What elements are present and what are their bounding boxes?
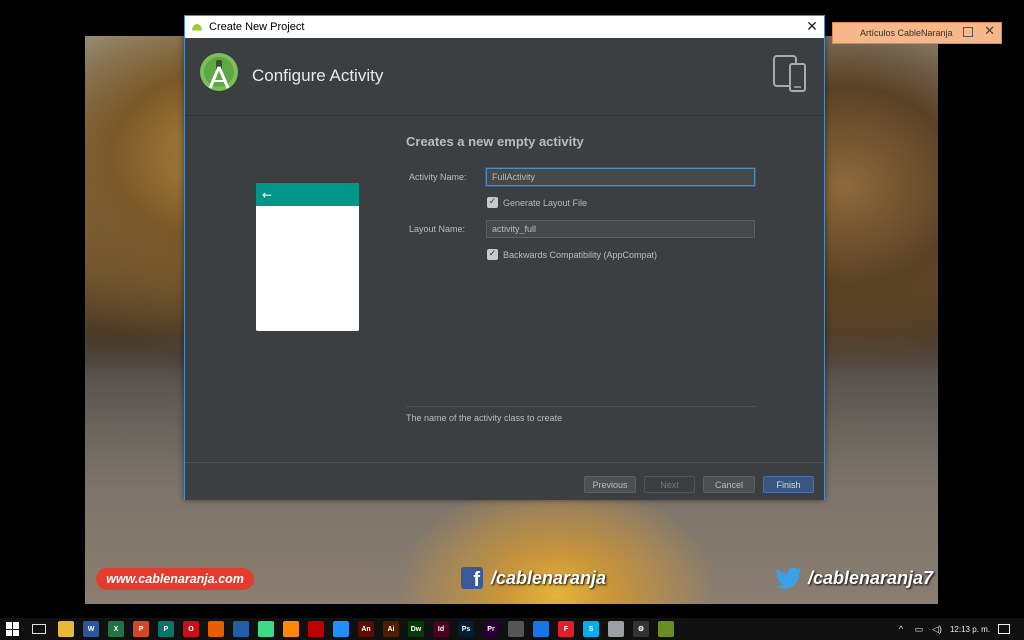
twitter-icon — [776, 567, 801, 589]
network-icon[interactable]: ▭ — [914, 624, 924, 634]
illustrator-icon[interactable]: Ai — [383, 621, 399, 637]
virtualbox-icon[interactable] — [233, 621, 249, 637]
hint-text: The name of the activity class to create — [406, 413, 563, 423]
close-button[interactable]: ✕ — [800, 16, 824, 38]
backwards-compat-label: Backwards Compatibility (AppCompat) — [503, 249, 658, 260]
dialog-title: Create New Project — [209, 21, 305, 33]
article-window-title: Artículos CableNaranja — [860, 28, 953, 38]
task-view-icon[interactable] — [32, 624, 46, 634]
notifications-icon[interactable] — [998, 624, 1010, 634]
generate-layout-label: Generate Layout File — [503, 197, 588, 208]
indesign-icon[interactable]: Id — [433, 621, 449, 637]
next-button[interactable]: Next — [644, 476, 695, 493]
backwards-compat-checkbox-row[interactable]: ✓ Backwards Compatibility (AppCompat) — [487, 249, 657, 260]
twitter-handle: /cablenaranja7 — [808, 567, 934, 588]
cube-app-icon[interactable] — [333, 621, 349, 637]
publisher-icon[interactable]: P — [158, 621, 174, 637]
chevron-up-icon[interactable]: ^ — [896, 624, 906, 634]
dialog-titlebar[interactable]: Create New Project ✕ — [185, 16, 824, 38]
filezilla-icon[interactable] — [308, 621, 324, 637]
foxit-icon[interactable]: F — [558, 621, 574, 637]
maximize-icon[interactable] — [963, 27, 973, 37]
opera-icon[interactable]: O — [183, 621, 199, 637]
facebook-handle-group: f /cablenaranja — [461, 567, 606, 589]
clock[interactable]: 12:13 p. m. — [950, 625, 990, 634]
previous-button[interactable]: Previous — [584, 476, 636, 493]
word-icon[interactable]: W — [83, 621, 99, 637]
page-title: Configure Activity — [252, 66, 384, 85]
volume-icon[interactable]: ◁) — [932, 624, 942, 634]
activity-name-input[interactable] — [486, 168, 755, 186]
system-tray: ^ ▭ ◁) 12:13 p. m. — [896, 618, 1024, 640]
android-studio-icon[interactable] — [258, 621, 274, 637]
media-player-icon[interactable] — [508, 621, 524, 637]
notes-icon[interactable] — [608, 621, 624, 637]
download-app-icon[interactable] — [533, 621, 549, 637]
activity-preview: ← — [256, 183, 359, 331]
hint-divider — [406, 406, 756, 407]
powerpoint-icon[interactable]: P — [133, 621, 149, 637]
settings-icon[interactable]: ⚙ — [633, 621, 649, 637]
back-arrow-icon: ← — [262, 187, 273, 202]
close-icon: ✕ — [806, 19, 818, 35]
taskbar-apps: W X P P O An Ai Dw Id Ps Pr F S ⚙ — [50, 621, 674, 637]
vlc-icon[interactable] — [283, 621, 299, 637]
windows-start-icon[interactable] — [6, 622, 20, 636]
layout-name-input[interactable] — [486, 220, 755, 238]
activity-name-label: Activity Name: — [409, 172, 467, 182]
android-icon — [192, 24, 202, 31]
dialog-content: ← Creates a new empty activity Activity … — [185, 116, 824, 462]
excel-icon[interactable]: X — [108, 621, 124, 637]
animate-icon[interactable]: An — [358, 621, 374, 637]
create-new-project-dialog: Create New Project ✕ Configure Activity … — [184, 15, 825, 500]
dialog-header: Configure Activity — [185, 38, 824, 116]
article-window[interactable]: Artículos CableNaranja ✕ — [832, 22, 1002, 44]
generate-layout-checkbox[interactable]: ✓ — [487, 197, 498, 208]
android-studio-logo-icon — [200, 53, 238, 91]
devices-icon — [773, 55, 806, 92]
cancel-button[interactable]: Cancel — [703, 476, 755, 493]
facebook-handle: /cablenaranja — [491, 567, 607, 588]
firefox-icon[interactable] — [208, 621, 224, 637]
facebook-icon: f — [461, 567, 483, 589]
generate-layout-checkbox-row[interactable]: ✓ Generate Layout File — [487, 197, 587, 208]
backwards-compat-checkbox[interactable]: ✓ — [487, 249, 498, 260]
close-icon[interactable]: ✕ — [984, 24, 995, 39]
premiere-icon[interactable]: Pr — [483, 621, 499, 637]
file-explorer-icon[interactable] — [58, 621, 74, 637]
taskbar: W X P P O An Ai Dw Id Ps Pr F S ⚙ ^ ▭ ◁) 12:13 p. m. — [0, 618, 1024, 640]
finish-button[interactable]: Finish — [763, 476, 814, 493]
form-heading: Creates a new empty activity — [406, 134, 584, 149]
layout-name-label: Layout Name: — [409, 224, 466, 234]
photoshop-icon[interactable]: Ps — [458, 621, 474, 637]
preview-app-bar: ← — [256, 183, 359, 206]
website-badge: www.cablenaranja.com — [96, 568, 254, 590]
twitter-handle-group: /cablenaranja7 — [776, 567, 933, 589]
skype-icon[interactable]: S — [583, 621, 599, 637]
dreamweaver-icon[interactable]: Dw — [408, 621, 424, 637]
dialog-footer: Previous Next Cancel Finish — [185, 462, 824, 500]
paint-icon[interactable] — [658, 621, 674, 637]
